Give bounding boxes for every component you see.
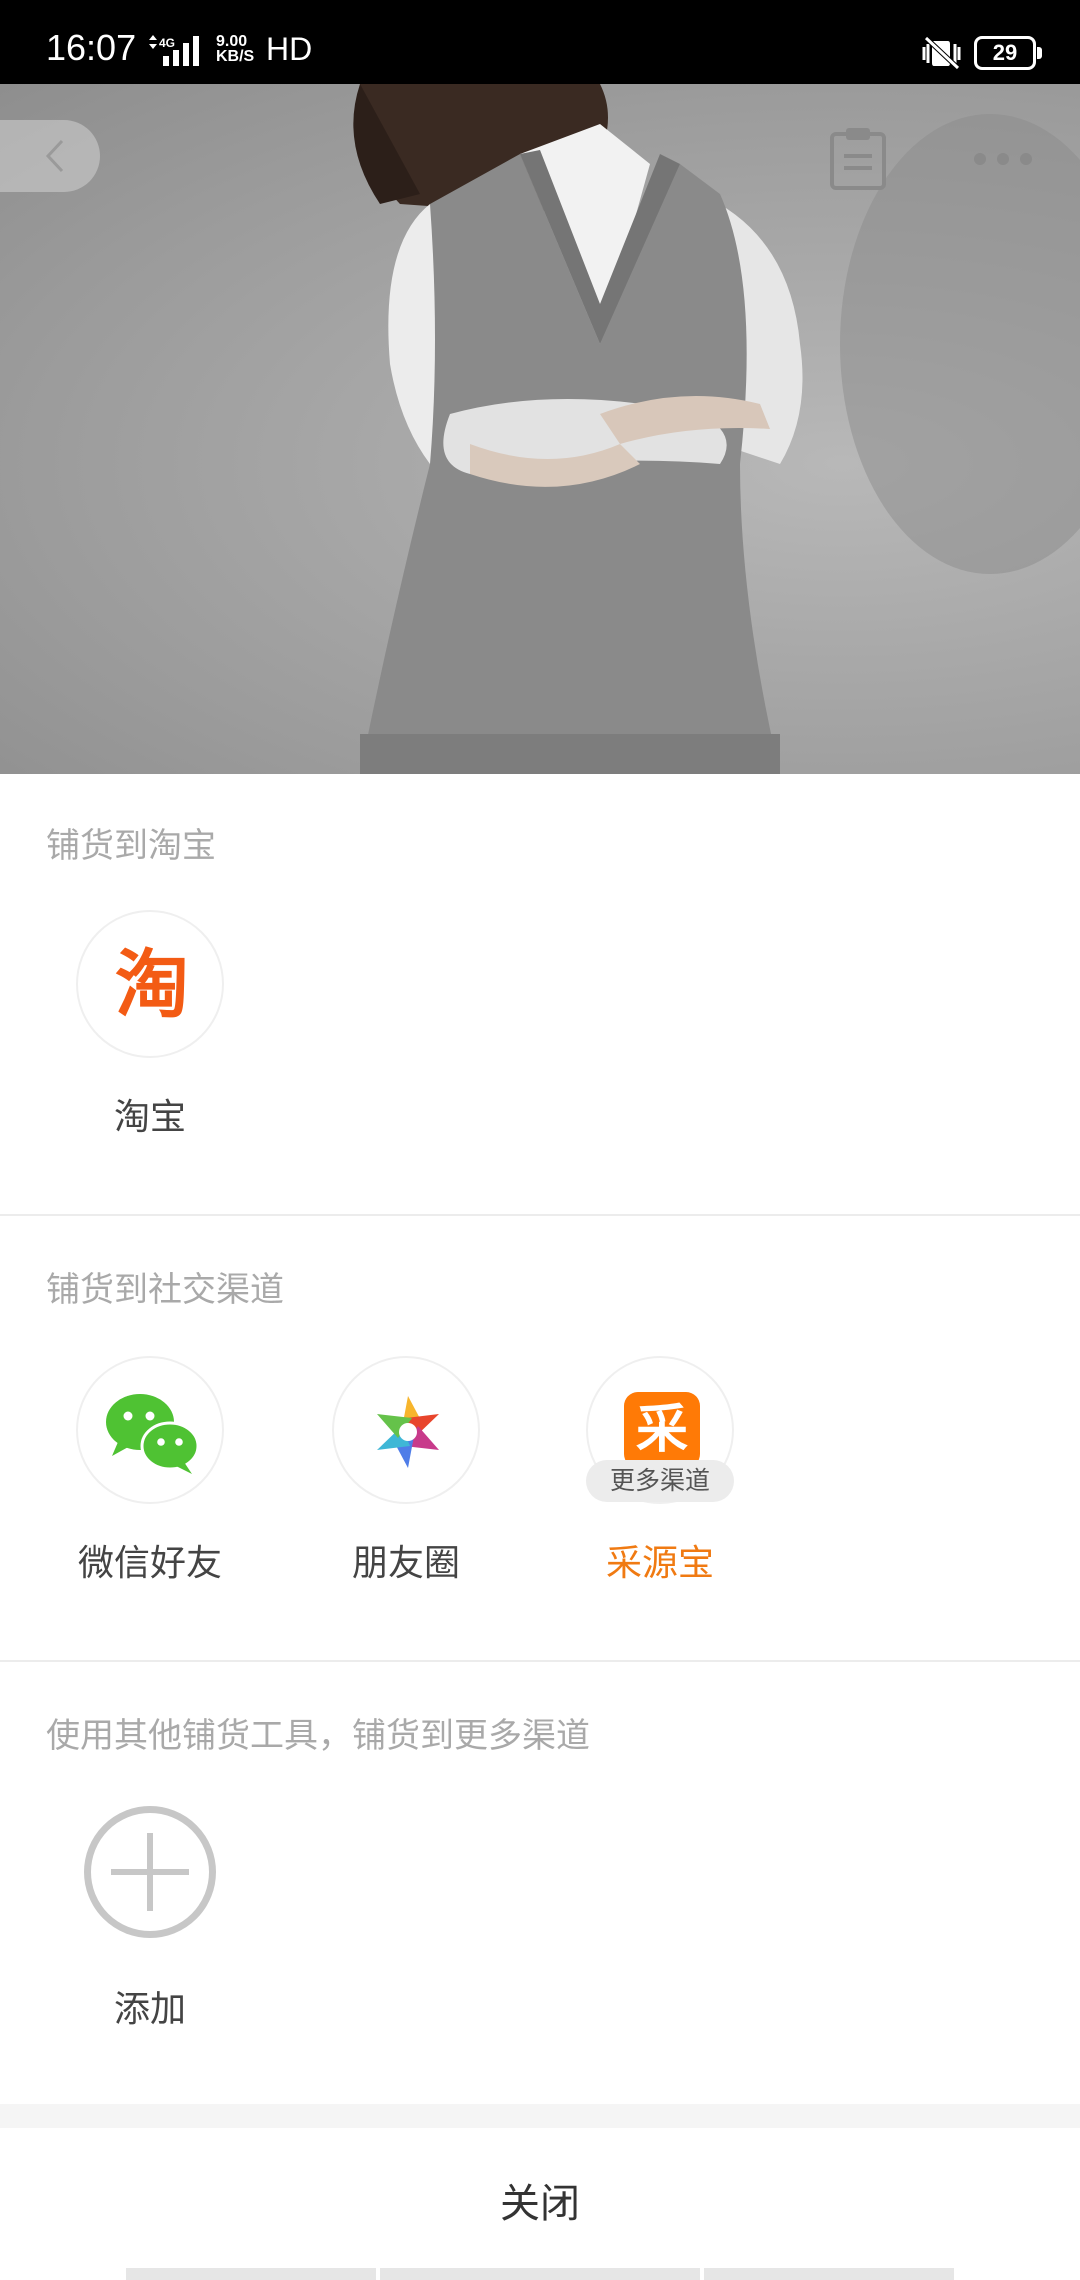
option-label-caiyuanbao: 采源宝	[605, 1543, 714, 1584]
divider	[0, 1660, 1080, 1662]
option-label-wechat: 微信好友	[77, 1543, 222, 1584]
net-speed-unit: KB/S	[216, 48, 255, 65]
wechat-icon	[76, 1356, 224, 1504]
moments-icon	[332, 1356, 480, 1504]
option-moments[interactable]: 朋友圈	[316, 1356, 496, 1596]
option-label-taobao: 淘宝	[113, 1097, 186, 1138]
network-type: 4G	[159, 36, 175, 50]
status-bar: 16:07 4G 9.00 KB/S HD 29	[0, 0, 1080, 84]
divider	[0, 1214, 1080, 1216]
clipboard-button[interactable]	[828, 126, 888, 190]
battery-indicator: 29	[974, 36, 1042, 70]
net-speed: 9.00 KB/S	[216, 33, 255, 65]
more-channels-badge: 更多渠道	[586, 1460, 734, 1502]
more-dots-icon	[974, 153, 1032, 165]
taobao-icon: 淘	[76, 910, 224, 1058]
vibrate-mute-icon	[918, 36, 966, 70]
back-button[interactable]	[0, 120, 100, 192]
product-image	[0, 84, 1080, 774]
chevron-left-icon	[45, 139, 64, 173]
nav-hint-bar	[704, 2268, 954, 2280]
footer-separator	[0, 2104, 1080, 2128]
hd-indicator: HD	[266, 31, 313, 67]
section-title-other: 使用其他铺货工具，铺货到更多渠道	[46, 1716, 590, 1756]
option-taobao[interactable]: 淘 淘宝	[60, 910, 240, 1150]
section-title-taobao: 铺货到淘宝	[46, 826, 216, 866]
model-photo	[353, 84, 1080, 774]
add-circle-icon[interactable]	[84, 1806, 216, 1938]
close-button[interactable]: 关闭	[0, 2128, 1080, 2280]
net-speed-value: 9.00	[216, 33, 248, 50]
nav-hint-bar	[380, 2268, 700, 2280]
option-label-moments: 朋友圈	[351, 1543, 460, 1584]
status-time: 16:07	[46, 27, 137, 68]
more-button[interactable]	[972, 144, 1034, 174]
option-wechat-friend[interactable]: 微信好友	[60, 1356, 240, 1596]
nav-hint-bar	[126, 2268, 376, 2280]
clipboard-icon	[830, 128, 886, 190]
section-title-social: 铺货到社交渠道	[46, 1270, 284, 1310]
